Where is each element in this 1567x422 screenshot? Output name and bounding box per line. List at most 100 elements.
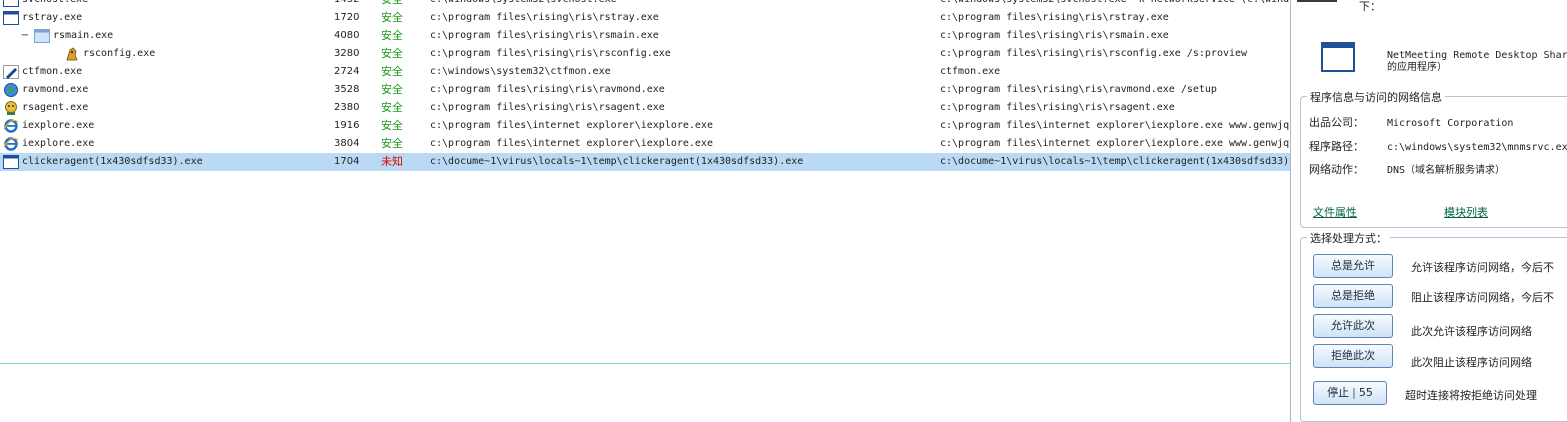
process-name-cell: rstray.exe — [3, 9, 330, 27]
process-name: rsconfig.exe — [83, 48, 156, 59]
process-command-line: c:\windows\system32\svchost.exe -k netwo… — [940, 0, 1290, 9]
stop-label: 停止 — [1327, 386, 1350, 399]
process-name: iexplore.exe — [22, 138, 95, 149]
process-command-line: c:\program files\internet explorer\iexpl… — [940, 120, 1290, 131]
process-path: c:\program files\rising\ris\rstray.exe — [430, 12, 659, 23]
pen-icon — [3, 65, 19, 79]
process-command-line: c:\program files\internet explorer\iexpl… — [940, 138, 1290, 149]
process-path: c:\windows\system32\ctfmon.exe — [430, 66, 611, 77]
process-name-cell: iexplore.exe — [3, 135, 330, 153]
process-status-badge: 安全 — [381, 0, 421, 9]
process-pid: 4080 — [334, 30, 360, 41]
header-fragment — [1297, 0, 1337, 2]
process-path: c:\program files\rising\ris\rsagent.exe — [430, 102, 665, 113]
process-name: rstray.exe — [22, 12, 83, 23]
process-row[interactable]: rstray.exe 1720 安全 c:\program files\rising\… — [0, 9, 1290, 27]
process-command-line: ctfmon.exe — [940, 66, 1001, 77]
process-name: ravmond.exe — [22, 84, 89, 95]
path-row: 程序路径： c:\windows\system32\mnmsrvc.ex — [1309, 138, 1567, 154]
rising-window-icon — [34, 29, 50, 43]
path-value: c:\windows\system32\mnmsrvc.ex — [1387, 142, 1567, 153]
process-name: svchost.exe — [22, 0, 88, 9]
process-pid: 1704 — [334, 156, 360, 167]
process-row[interactable]: iexplore.exe 3804 安全 c:\program files\inter… — [0, 135, 1290, 153]
ie-icon — [3, 137, 19, 151]
process-row[interactable]: rsconfig.exe 3280 安全 c:\program files\risin… — [0, 45, 1290, 63]
process-row[interactable]: ravmond.exe 3528 安全 c:\program files\rising… — [0, 81, 1290, 99]
process-name-cell: − rsmain.exe — [20, 27, 330, 45]
process-path: c:\program files\rising\ris\ravmond.exe — [430, 84, 665, 95]
application-window-icon — [1321, 42, 1355, 72]
process-row[interactable]: iexplore.exe 1916 安全 c:\program files\inter… — [0, 117, 1290, 135]
network-access-dialog: 下： NetMeeting Remote Desktop Shar 的应用程序）… — [1290, 0, 1567, 422]
application-description: NetMeeting Remote Desktop Shar 的应用程序） — [1387, 50, 1567, 74]
process-row[interactable]: svchost.exe 1432安全 c:\windows\system32\svc… — [0, 0, 1290, 9]
process-pid: 1916 — [334, 120, 360, 131]
always-allow-button[interactable]: 总是允许 — [1313, 254, 1393, 278]
process-name: iexplore.exe — [22, 120, 95, 131]
window-icon — [3, 0, 19, 7]
process-status-badge: 安全 — [381, 83, 403, 96]
stop-button[interactable]: 停止 | 55 — [1313, 381, 1387, 405]
action-choice-title: 选择处理方式： — [1307, 230, 1390, 246]
process-row[interactable]: − rsmain.exe 4080 安全 c:\program files\rising… — [0, 27, 1290, 45]
company-value: Microsoft Corporation — [1387, 118, 1514, 129]
process-command-line: c:\program files\rising\ris\rsmain.exe — [940, 30, 1169, 41]
process-row[interactable]: clickeragent(1x430sdfsd33).exe 1704 未知 c:\d… — [0, 153, 1290, 171]
module-list-link[interactable]: 模块列表 — [1444, 204, 1488, 220]
process-name-cell: ctfmon.exe — [3, 63, 330, 81]
app-description-en: NetMeeting Remote Desktop Shar — [1387, 50, 1567, 61]
process-status-badge: 安全 — [381, 11, 403, 24]
path-label: 程序路径： — [1309, 140, 1364, 153]
process-name: rsagent.exe — [22, 102, 89, 113]
process-path: c:\docume~1\virus\locals~1\temp\clickera… — [430, 156, 804, 167]
process-pid: 3528 — [334, 84, 360, 95]
process-status-badge: 安全 — [381, 119, 403, 132]
process-status-badge: 安全 — [381, 29, 403, 42]
allow-once-button[interactable]: 允许此次 — [1313, 314, 1393, 338]
process-command-line: c:\program files\rising\ris\rsconfig.exe… — [940, 48, 1248, 59]
process-status-badge: 未知 — [381, 155, 403, 168]
deny-once-desc: 此次阻止该程序访问网络 — [1411, 356, 1532, 369]
app-description-zh: 的应用程序） — [1387, 62, 1447, 73]
process-pid: 1432 — [334, 0, 379, 9]
list-divider — [0, 363, 1290, 364]
tree-collapse-toggle[interactable]: − — [20, 27, 30, 45]
process-pid: 1720 — [334, 12, 360, 23]
always-deny-button[interactable]: 总是拒绝 — [1313, 284, 1393, 308]
company-label: 出品公司： — [1309, 116, 1364, 129]
process-path: c:\program files\internet explorer\iexpl… — [430, 120, 713, 131]
process-path: c:\windows\system32\svchost.exe — [430, 0, 930, 9]
process-row[interactable]: rsagent.exe 2380 安全 c:\program files\rising… — [0, 99, 1290, 117]
program-info-title: 程序信息与访问的网络信息 — [1307, 89, 1445, 105]
agent-icon — [3, 101, 19, 115]
process-path: c:\program files\rising\ris\rsconfig.exe — [430, 48, 671, 59]
process-command-line: c:\program files\rising\ris\rsagent.exe — [940, 102, 1175, 113]
process-pid: 2380 — [334, 102, 360, 113]
process-status-badge: 安全 — [381, 65, 403, 78]
process-row[interactable]: ctfmon.exe 2724 安全 c:\windows\system32\ctfm… — [0, 63, 1290, 81]
process-status-badge: 安全 — [381, 101, 403, 114]
process-name-cell: rsagent.exe — [3, 99, 330, 117]
process-pid: 3804 — [334, 138, 360, 149]
deny-once-button[interactable]: 拒绝此次 — [1313, 344, 1393, 368]
process-command-line: c:\program files\rising\ris\ravmond.exe … — [940, 84, 1217, 95]
rising-lion-icon — [64, 47, 80, 61]
process-command-line: c:\program files\rising\ris\rstray.exe — [940, 12, 1169, 23]
process-name: ctfmon.exe — [22, 66, 83, 77]
process-list[interactable]: svchost.exe1432安全c:\windows\system32\svc… — [0, 0, 1290, 366]
process-name-cell: rsconfig.exe — [64, 45, 330, 63]
ie-icon — [3, 119, 19, 133]
company-row: 出品公司： Microsoft Corporation — [1309, 114, 1513, 130]
process-command-line: c:\docume~1\virus\locals~1\temp\clickera… — [940, 156, 1290, 167]
process-name-cell: iexplore.exe — [3, 117, 330, 135]
process-name: clickeragent(1x430sdfsd33).exe — [22, 156, 203, 167]
process-name-cell: ravmond.exe — [3, 81, 330, 99]
network-action-row: 网络动作： DNS（域名解析服务请求） — [1309, 161, 1505, 177]
timeout-note: 超时连接将按拒绝访问处理 — [1405, 389, 1537, 402]
file-properties-link[interactable]: 文件属性 — [1313, 204, 1357, 220]
process-pid: 2724 — [334, 66, 360, 77]
window-icon — [3, 155, 19, 169]
globe-icon — [3, 83, 19, 97]
always-allow-desc: 允许该程序访问网络，今后不 — [1411, 261, 1554, 274]
